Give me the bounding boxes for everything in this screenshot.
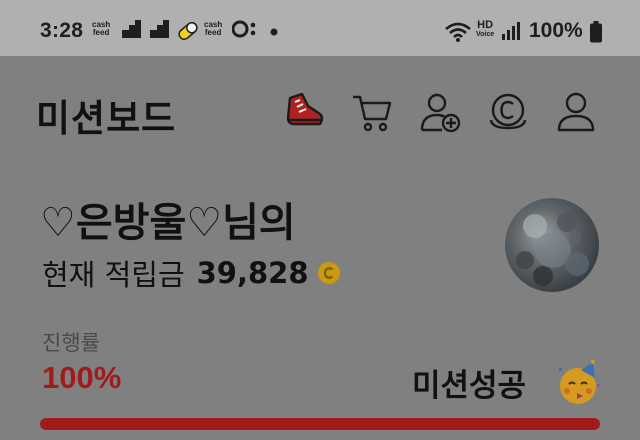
progress-label: 진행률 <box>42 331 100 355</box>
progress-bar-fill <box>40 418 600 430</box>
wifi-icon <box>445 22 471 42</box>
mission-status: 미션성공 <box>412 368 527 404</box>
progress-bar <box>40 418 600 430</box>
battery-icon <box>590 21 602 43</box>
coin-icon <box>317 262 340 284</box>
hd-voice-icon: HD Voice <box>476 19 495 39</box>
signal-icon <box>502 22 520 40</box>
coin-history-icon[interactable] <box>486 90 530 134</box>
pill-notification-icon <box>178 22 198 40</box>
points-label: 현재 적립금 <box>42 258 185 292</box>
points-row: 현재 적립금 39,828 <box>42 252 341 294</box>
progress-value: 100% <box>42 360 122 395</box>
steps-notification-icon-2 <box>150 20 169 38</box>
more-notifications-dot-icon <box>270 28 278 36</box>
app-notification-icon <box>232 20 256 38</box>
points-value: 39,828 <box>196 256 309 290</box>
status-bar: 3:28 cash feed cash feed HD Voice 100% <box>0 0 640 56</box>
sneaker-icon[interactable] <box>282 90 326 134</box>
party-face-icon <box>559 360 600 404</box>
avatar-image <box>516 212 589 286</box>
avatar[interactable] <box>505 198 599 292</box>
user-name: ♡은방울♡님의 <box>40 200 296 246</box>
cashfeed-notification-icon: cash feed <box>92 20 111 37</box>
page-title: 미션보드 <box>36 97 177 140</box>
voice-label: Voice <box>476 31 495 38</box>
cashfeed-notification-icon-2: cash feed <box>204 20 223 37</box>
hd-label: HD <box>477 19 494 31</box>
profile-icon[interactable] <box>554 90 598 134</box>
cart-icon[interactable] <box>350 90 394 134</box>
add-friend-icon[interactable] <box>418 90 462 134</box>
status-time: 3:28 <box>40 19 84 42</box>
battery-percent: 100% <box>529 19 583 42</box>
steps-notification-icon <box>122 20 141 38</box>
